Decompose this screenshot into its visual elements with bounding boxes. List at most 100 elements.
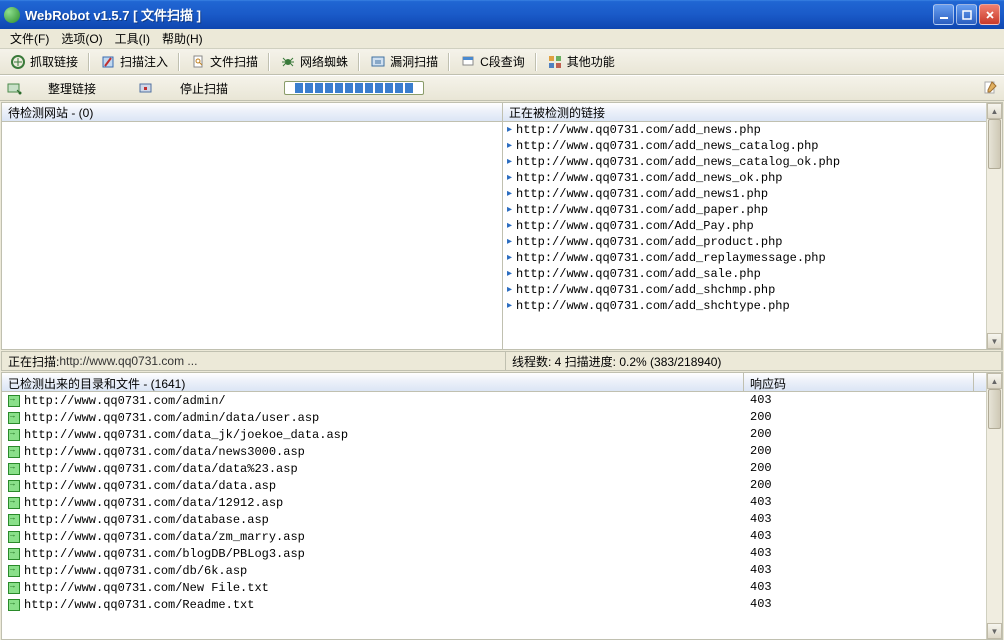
statusbar: 正在扫描:http://www.qq0731.com ... 线程数: 4 扫描… xyxy=(1,351,1003,371)
toolbar: 抓取链接 扫描注入 文件扫描 网络蜘蛛 漏洞扫描 C段查询 其他功能 xyxy=(0,49,1004,75)
link-url: http://www.qq0731.com/add_product.php xyxy=(516,235,782,249)
vuln-scan-button[interactable]: 漏洞扫描 xyxy=(364,51,444,73)
file-icon xyxy=(8,565,20,577)
result-url: http://www.qq0731.com/database.asp xyxy=(24,513,269,527)
result-url: http://www.qq0731.com/admin/ xyxy=(24,394,226,408)
link-item[interactable]: ▸http://www.qq0731.com/Add_Pay.php xyxy=(503,218,986,234)
menu-file[interactable]: 文件(F) xyxy=(4,28,55,49)
bullet-icon: ▸ xyxy=(507,220,512,232)
maximize-button[interactable] xyxy=(956,4,977,25)
link-item[interactable]: ▸http://www.qq0731.com/add_sale.php xyxy=(503,266,986,282)
link-item[interactable]: ▸http://www.qq0731.com/add_shchmp.php xyxy=(503,282,986,298)
spider-button[interactable]: 网络蜘蛛 xyxy=(274,51,354,73)
edit-icon[interactable] xyxy=(982,80,998,96)
link-item[interactable]: ▸http://www.qq0731.com/add_news1.php xyxy=(503,186,986,202)
result-row[interactable]: http://www.qq0731.com/data_jk/joekoe_dat… xyxy=(2,426,986,443)
c-query-button[interactable]: C段查询 xyxy=(454,51,531,73)
link-url: http://www.qq0731.com/add_paper.php xyxy=(516,203,768,217)
result-row[interactable]: http://www.qq0731.com/data/12912.asp403 xyxy=(2,494,986,511)
status-right: 线程数: 4 扫描进度: 0.2% (383/218940) xyxy=(506,352,1002,370)
menu-tools[interactable]: 工具(I) xyxy=(109,28,156,49)
result-code: 403 xyxy=(744,562,974,579)
link-item[interactable]: ▸http://www.qq0731.com/add_news_catalog_… xyxy=(503,154,986,170)
link-item[interactable]: ▸http://www.qq0731.com/add_replaymessage… xyxy=(503,250,986,266)
result-row[interactable]: http://www.qq0731.com/Readme.txt403 xyxy=(2,596,986,613)
link-url: http://www.qq0731.com/add_shchtype.php xyxy=(516,299,790,313)
menu-help[interactable]: 帮助(H) xyxy=(156,28,209,49)
result-row[interactable]: http://www.qq0731.com/db/6k.asp403 xyxy=(2,562,986,579)
link-item[interactable]: ▸http://www.qq0731.com/add_product.php xyxy=(503,234,986,250)
titlebar: WebRobot v1.5.7 [ 文件扫描 ] xyxy=(0,0,1004,29)
result-url: http://www.qq0731.com/data/data.asp xyxy=(24,479,276,493)
result-row[interactable]: http://www.qq0731.com/database.asp403 xyxy=(2,511,986,528)
c-query-label: C段查询 xyxy=(480,53,525,70)
other-label: 其他功能 xyxy=(567,53,615,70)
link-item[interactable]: ▸http://www.qq0731.com/add_paper.php xyxy=(503,202,986,218)
grab-links-label: 抓取链接 xyxy=(30,53,78,70)
results-col-path[interactable]: 已检测出来的目录和文件 - (1641) xyxy=(2,373,744,391)
file-scan-button[interactable]: 文件扫描 xyxy=(184,51,264,73)
scan-inject-label: 扫描注入 xyxy=(120,53,168,70)
pending-sites-header[interactable]: 待检测网站 - (0) xyxy=(2,103,502,122)
result-code: 403 xyxy=(744,579,974,596)
right-scrollbar[interactable]: ▲ ▼ xyxy=(986,103,1002,349)
file-icon xyxy=(8,599,20,611)
grab-icon xyxy=(10,54,26,70)
grab-links-button[interactable]: 抓取链接 xyxy=(4,51,84,73)
other-button[interactable]: 其他功能 xyxy=(541,51,621,73)
result-row[interactable]: http://www.qq0731.com/data/news3000.asp2… xyxy=(2,443,986,460)
stop-icon[interactable] xyxy=(138,80,154,96)
results-scrollbar[interactable]: ▲ ▼ xyxy=(986,373,1002,639)
spider-icon xyxy=(280,54,296,70)
file-icon xyxy=(8,463,20,475)
link-item[interactable]: ▸http://www.qq0731.com/add_news.php xyxy=(503,122,986,138)
scanning-links-list[interactable]: ▸http://www.qq0731.com/add_news.php▸http… xyxy=(503,122,986,349)
scroll-down-icon[interactable]: ▼ xyxy=(987,623,1002,639)
link-item[interactable]: ▸ http://www.qq0731.com/add_news_catalog.… xyxy=(503,138,986,154)
link-url: http://www.qq0731.com/add_news_catalog.p… xyxy=(516,139,818,153)
result-row[interactable]: http://www.qq0731.com/data/zm_marry.asp4… xyxy=(2,528,986,545)
result-url: http://www.qq0731.com/blogDB/PBLog3.asp xyxy=(24,547,305,561)
scan-inject-button[interactable]: 扫描注入 xyxy=(94,51,174,73)
results-body[interactable]: http://www.qq0731.com/admin/403http://ww… xyxy=(2,392,986,639)
pending-sites-pane: 待检测网站 - (0) xyxy=(2,103,503,349)
link-item[interactable]: ▸ http://www.qq0731.com/add_shchtype.php xyxy=(503,298,986,314)
organize-label[interactable]: 整理链接 xyxy=(48,80,96,97)
menu-options[interactable]: 选项(O) xyxy=(55,28,108,49)
bullet-icon: ▸ xyxy=(507,300,512,312)
progress-bar xyxy=(284,81,424,95)
result-code: 403 xyxy=(744,545,974,562)
result-row[interactable]: http://www.qq0731.com/data/data%23.asp20… xyxy=(2,460,986,477)
scroll-down-icon[interactable]: ▼ xyxy=(987,333,1002,349)
result-code: 403 xyxy=(744,596,974,613)
scanning-links-header[interactable]: 正在被检测的链接 xyxy=(503,103,986,122)
file-icon xyxy=(8,429,20,441)
result-code: 200 xyxy=(744,477,974,494)
scroll-up-icon[interactable]: ▲ xyxy=(987,103,1002,119)
organize-icon[interactable] xyxy=(6,80,22,96)
results-panel: 已检测出来的目录和文件 - (1641) 响应码 http://www.qq07… xyxy=(1,372,1003,640)
scroll-up-icon[interactable]: ▲ xyxy=(987,373,1002,389)
result-row[interactable]: http://www.qq0731.com/New File.txt 403 xyxy=(2,579,986,596)
bullet-icon: ▸ xyxy=(507,140,512,152)
result-row[interactable]: http://www.qq0731.com/admin/data/user.as… xyxy=(2,409,986,426)
scroll-thumb[interactable] xyxy=(988,119,1001,169)
result-row[interactable]: http://www.qq0731.com/blogDB/PBLog3.asp 4… xyxy=(2,545,986,562)
result-row[interactable]: http://www.qq0731.com/admin/403 xyxy=(2,392,986,409)
result-url: http://www.qq0731.com/data_jk/joekoe_dat… xyxy=(24,428,348,442)
close-button[interactable] xyxy=(979,4,1000,25)
minimize-button[interactable] xyxy=(933,4,954,25)
results-col-code[interactable]: 响应码 xyxy=(744,373,974,391)
result-code: 200 xyxy=(744,460,974,477)
link-item[interactable]: ▸http://www.qq0731.com/add_news_ok.php xyxy=(503,170,986,186)
link-url: http://www.qq0731.com/add_news_catalog_o… xyxy=(516,155,840,169)
result-url: http://www.qq0731.com/data/zm_marry.asp xyxy=(24,530,305,544)
result-row[interactable]: http://www.qq0731.com/data/data.asp 200 xyxy=(2,477,986,494)
scroll-thumb[interactable] xyxy=(988,389,1001,429)
bullet-icon: ▸ xyxy=(507,252,512,264)
result-url: http://www.qq0731.com/New File.txt xyxy=(24,581,269,595)
stop-label[interactable]: 停止扫描 xyxy=(180,80,228,97)
result-url: http://www.qq0731.com/data/12912.asp xyxy=(24,496,283,510)
bullet-icon: ▸ xyxy=(507,172,512,184)
c-query-icon xyxy=(460,54,476,70)
